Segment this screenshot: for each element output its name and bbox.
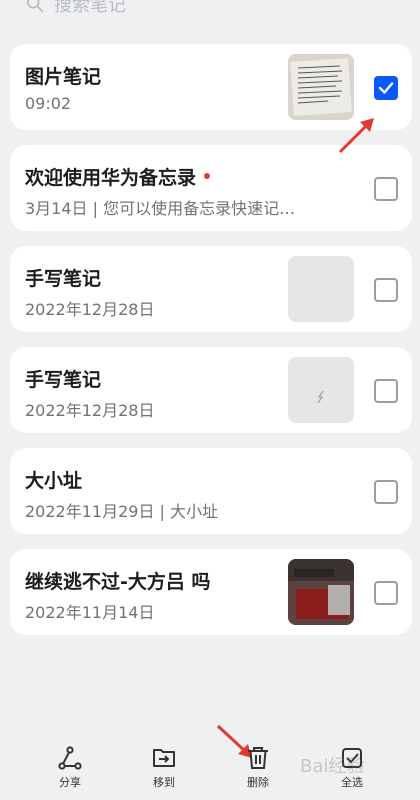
note-checkbox[interactable]	[374, 76, 398, 100]
note-subtitle: 09:02	[25, 94, 72, 113]
note-item[interactable]: 大小址 2022年11月29日 | 大小址	[10, 448, 412, 534]
note-item[interactable]: 继续逃不过-大方吕 吗 2022年11月14日	[10, 549, 412, 635]
note-checkbox[interactable]	[374, 379, 398, 403]
note-title: 继续逃不过-大方吕 吗	[25, 571, 211, 593]
note-thumbnail	[288, 54, 354, 120]
annotation-arrow-icon	[338, 118, 374, 154]
search-placeholder: 搜索笔记	[54, 0, 126, 16]
note-subtitle: 3月14日 | 您可以使用备忘录快速记…	[25, 199, 296, 218]
note-item[interactable]: 手写笔记 2022年12月28日	[10, 347, 412, 433]
share-label: 分享	[59, 776, 81, 789]
trash-icon	[248, 747, 268, 769]
note-title: 手写笔记	[25, 268, 102, 290]
note-title: 图片笔记	[25, 66, 102, 88]
move-to-folder-icon	[153, 749, 175, 767]
note-item[interactable]: 手写笔记 2022年12月28日	[10, 246, 412, 332]
delete-button[interactable]: 删除	[228, 745, 288, 790]
note-subtitle: 2022年12月28日	[25, 300, 155, 319]
note-title: 欢迎使用华为备忘录	[25, 163, 211, 190]
note-checkbox[interactable]	[374, 177, 398, 201]
note-checkbox[interactable]	[374, 278, 398, 302]
note-subtitle: 2022年11月29日 | 大小址	[25, 502, 219, 521]
note-title: 大小址	[25, 470, 83, 492]
search-icon	[26, 0, 44, 13]
move-button[interactable]: 移到	[134, 745, 194, 790]
search-bar[interactable]: 搜索笔记	[10, 0, 410, 22]
note-thumbnail	[288, 559, 354, 625]
share-icon	[58, 746, 82, 770]
unread-dot-icon	[204, 172, 211, 179]
share-button[interactable]: 分享	[40, 745, 100, 790]
check-icon	[378, 82, 394, 94]
note-thumbnail	[288, 357, 354, 423]
note-checkbox[interactable]	[374, 581, 398, 605]
note-thumbnail	[288, 256, 354, 322]
watermark: Bai经验	[300, 756, 365, 777]
note-subtitle: 2022年11月14日	[25, 603, 155, 622]
note-subtitle: 2022年12月28日	[25, 401, 155, 420]
delete-label: 删除	[247, 776, 269, 789]
note-checkbox[interactable]	[374, 480, 398, 504]
note-title: 手写笔记	[25, 369, 102, 391]
move-label: 移到	[153, 776, 175, 789]
